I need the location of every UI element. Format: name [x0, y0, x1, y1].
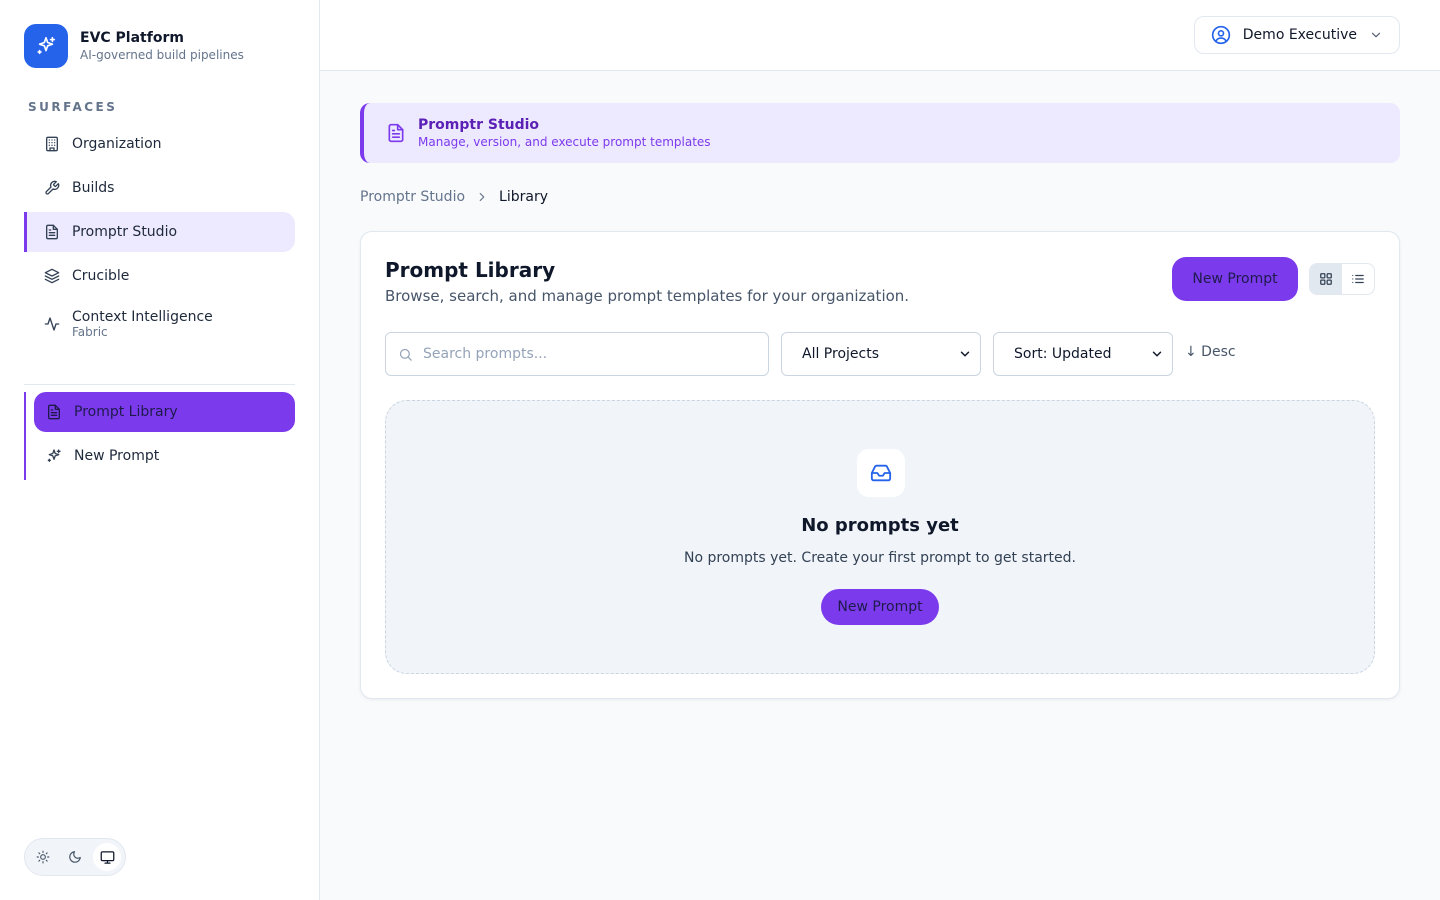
breadcrumb: Promptr Studio Library [360, 187, 548, 207]
sidebar-item-organization[interactable]: Organization [24, 124, 295, 164]
file-text-icon [46, 404, 62, 420]
subnav-item-prompt-library[interactable]: Prompt Library [34, 392, 295, 432]
surface-banner: Promptr Studio Manage, version, and exec… [360, 103, 1400, 163]
search-icon [398, 347, 413, 362]
project-filter-value: All Projects [802, 346, 879, 362]
sidebar-item-label: Organization [72, 136, 162, 152]
wrench-icon [44, 180, 60, 196]
file-text-icon [386, 123, 406, 143]
prompt-library-card: Prompt Library Browse, search, and manag… [360, 231, 1400, 699]
grid-icon [1320, 273, 1332, 285]
empty-state-new-prompt-button[interactable]: New Prompt [821, 589, 939, 625]
subnav-item-label: New Prompt [74, 448, 160, 464]
moon-icon [69, 851, 81, 863]
surfaces-nav: Organization Builds Promptr Studio Cruci… [24, 124, 295, 352]
empty-state: No prompts yet No prompts yet. Create yo… [385, 400, 1375, 674]
view-mode-toggle [1309, 263, 1375, 295]
building-icon [44, 136, 60, 152]
chevron-right-icon [475, 190, 489, 204]
section-label-surfaces: SURFACES [28, 100, 118, 114]
user-circle-icon [1211, 25, 1230, 45]
monitor-icon [100, 850, 114, 864]
list-view-button[interactable] [1342, 264, 1374, 294]
file-text-icon [44, 224, 60, 240]
empty-state-title: No prompts yet [801, 515, 959, 536]
sidebar-item-label: Context Intelligence [72, 309, 213, 325]
breadcrumb-parent-link[interactable]: Promptr Studio [360, 189, 465, 205]
project-filter-select[interactable]: All Projects [781, 332, 981, 376]
subnav-item-new-prompt[interactable]: New Prompt [34, 436, 295, 476]
chevron-down-icon [1150, 347, 1164, 361]
layers-icon [44, 268, 60, 284]
sun-icon [36, 850, 50, 864]
list-icon [1352, 274, 1364, 284]
chevron-down-icon [1371, 32, 1381, 38]
new-prompt-button[interactable]: New Prompt [1172, 257, 1298, 301]
sidebar-item-context-intelligence[interactable]: Context Intelligence Fabric [24, 300, 295, 348]
topbar: Demo Executive [320, 0, 1440, 71]
inbox-icon [857, 449, 905, 497]
theme-toggle [24, 838, 126, 876]
sparkles-icon [46, 448, 62, 464]
light-theme-button[interactable] [29, 843, 57, 871]
search-field [385, 332, 769, 376]
user-menu-button[interactable]: Demo Executive [1193, 16, 1400, 54]
dark-theme-button[interactable] [61, 843, 89, 871]
page-subtitle: Browse, search, and manage prompt templa… [385, 287, 910, 305]
sidebar-item-builds[interactable]: Builds [24, 168, 295, 208]
banner-title: Promptr Studio [418, 117, 540, 133]
sort-select[interactable]: Sort: Updated [993, 332, 1173, 376]
promptr-subnav: Prompt Library New Prompt [24, 392, 295, 480]
activity-icon [44, 316, 60, 332]
sidebar-item-label: Promptr Studio [72, 224, 178, 240]
search-input[interactable] [423, 346, 753, 362]
sidebar: EVC Platform AI-governed build pipelines… [0, 0, 320, 900]
sidebar-item-label: Crucible [72, 268, 130, 284]
sidebar-item-label: Builds [72, 180, 115, 196]
subnav-item-label: Prompt Library [74, 404, 178, 420]
page-title: Prompt Library [385, 258, 556, 282]
brand-subtitle: AI-governed build pipelines [80, 48, 244, 62]
sparkles-logo-icon [24, 24, 68, 68]
sort-value: Sort: Updated [1014, 346, 1112, 362]
sidebar-item-crucible[interactable]: Crucible [24, 256, 295, 296]
brand-name: EVC Platform [80, 30, 184, 46]
banner-subtitle: Manage, version, and execute prompt temp… [418, 135, 711, 149]
empty-state-message: No prompts yet. Create your first prompt… [683, 550, 1076, 566]
breadcrumb-current: Library [499, 189, 548, 205]
brand[interactable]: EVC Platform AI-governed build pipelines [24, 24, 244, 68]
sidebar-item-promptr-studio[interactable]: Promptr Studio [24, 212, 295, 252]
sidebar-divider [24, 384, 295, 385]
user-name: Demo Executive [1242, 27, 1357, 43]
system-theme-button[interactable] [93, 843, 121, 871]
sort-direction-button[interactable]: ↓ Desc [1185, 344, 1236, 360]
grid-view-button[interactable] [1310, 264, 1342, 294]
sidebar-item-sublabel: Fabric [72, 325, 108, 339]
chevron-down-icon [958, 347, 972, 361]
